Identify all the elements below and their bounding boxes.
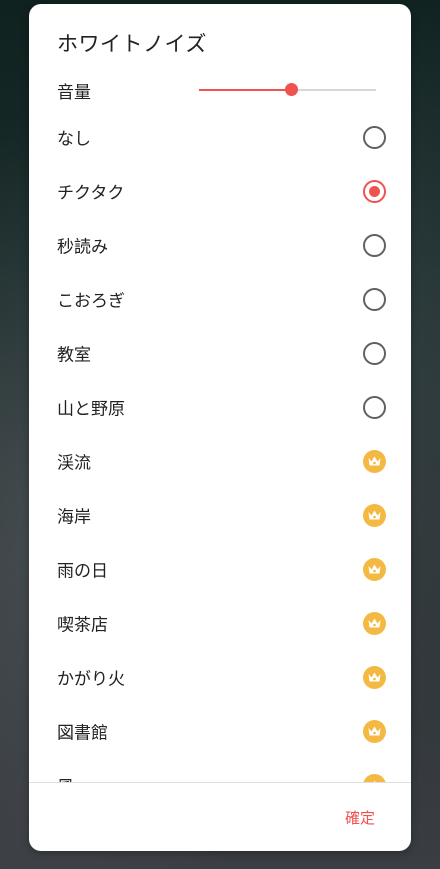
crown-icon[interactable] bbox=[363, 450, 386, 473]
sound-option-row[interactable]: 渓流 bbox=[29, 434, 411, 488]
sound-option-label: 雨の日 bbox=[57, 561, 108, 582]
sound-option-row[interactable]: 山と野原 bbox=[29, 380, 411, 434]
radio-button[interactable] bbox=[363, 342, 386, 365]
sound-option-row[interactable]: 雨の日 bbox=[29, 542, 411, 596]
sound-option-label: 風 bbox=[57, 773, 74, 783]
volume-label: 音量 bbox=[57, 83, 91, 103]
footer-divider bbox=[29, 782, 411, 783]
crown-icon[interactable] bbox=[363, 666, 386, 689]
volume-slider-fill bbox=[199, 89, 292, 91]
crown-icon[interactable] bbox=[363, 612, 386, 635]
dialog-title: ホワイトノイズ bbox=[57, 32, 207, 56]
radio-button[interactable] bbox=[363, 288, 386, 311]
sound-option-row[interactable]: 喫茶店 bbox=[29, 596, 411, 650]
crown-icon[interactable] bbox=[363, 774, 386, 782]
sound-option-label: 喫茶店 bbox=[57, 615, 108, 636]
radio-button[interactable] bbox=[363, 396, 386, 419]
sound-list: なしチクタク秒読みこおろぎ教室山と野原渓流海岸雨の日喫茶店かがり火図書館風 bbox=[29, 110, 411, 782]
volume-slider-thumb[interactable] bbox=[285, 83, 299, 96]
radio-button[interactable] bbox=[363, 126, 386, 149]
sound-option-label: かがり火 bbox=[57, 669, 125, 690]
sound-option-row[interactable]: 風 bbox=[29, 758, 411, 782]
sound-option-row[interactable]: こおろぎ bbox=[29, 272, 411, 326]
sound-option-row[interactable]: 教室 bbox=[29, 326, 411, 380]
sound-option-row[interactable]: かがり火 bbox=[29, 650, 411, 704]
sound-option-row[interactable]: チクタク bbox=[29, 164, 411, 218]
sound-option-label: こおろぎ bbox=[57, 291, 125, 312]
crown-icon[interactable] bbox=[363, 558, 386, 581]
sound-option-label: 教室 bbox=[57, 345, 91, 366]
radio-button-checked[interactable] bbox=[363, 180, 386, 203]
sound-option-label: なし bbox=[57, 129, 91, 150]
sound-option-label: 秒読み bbox=[57, 237, 108, 258]
confirm-button[interactable]: 確定 bbox=[345, 807, 375, 828]
sound-option-label: チクタク bbox=[57, 183, 125, 204]
sound-option-label: 山と野原 bbox=[57, 399, 125, 420]
sound-option-row[interactable]: 海岸 bbox=[29, 488, 411, 542]
white-noise-dialog: ホワイトノイズ 音量 なしチクタク秒読みこおろぎ教室山と野原渓流海岸雨の日喫茶店… bbox=[29, 4, 411, 851]
crown-icon[interactable] bbox=[363, 720, 386, 743]
sound-option-label: 図書館 bbox=[57, 723, 108, 744]
crown-icon[interactable] bbox=[363, 504, 386, 527]
radio-button[interactable] bbox=[363, 234, 386, 257]
sound-option-row[interactable]: 秒読み bbox=[29, 218, 411, 272]
sound-option-label: 海岸 bbox=[57, 507, 91, 528]
volume-slider[interactable] bbox=[199, 78, 376, 102]
sound-option-row[interactable]: なし bbox=[29, 110, 411, 164]
sound-option-row[interactable]: 図書館 bbox=[29, 704, 411, 758]
sound-option-label: 渓流 bbox=[57, 453, 91, 474]
radio-selected-dot bbox=[369, 186, 380, 197]
